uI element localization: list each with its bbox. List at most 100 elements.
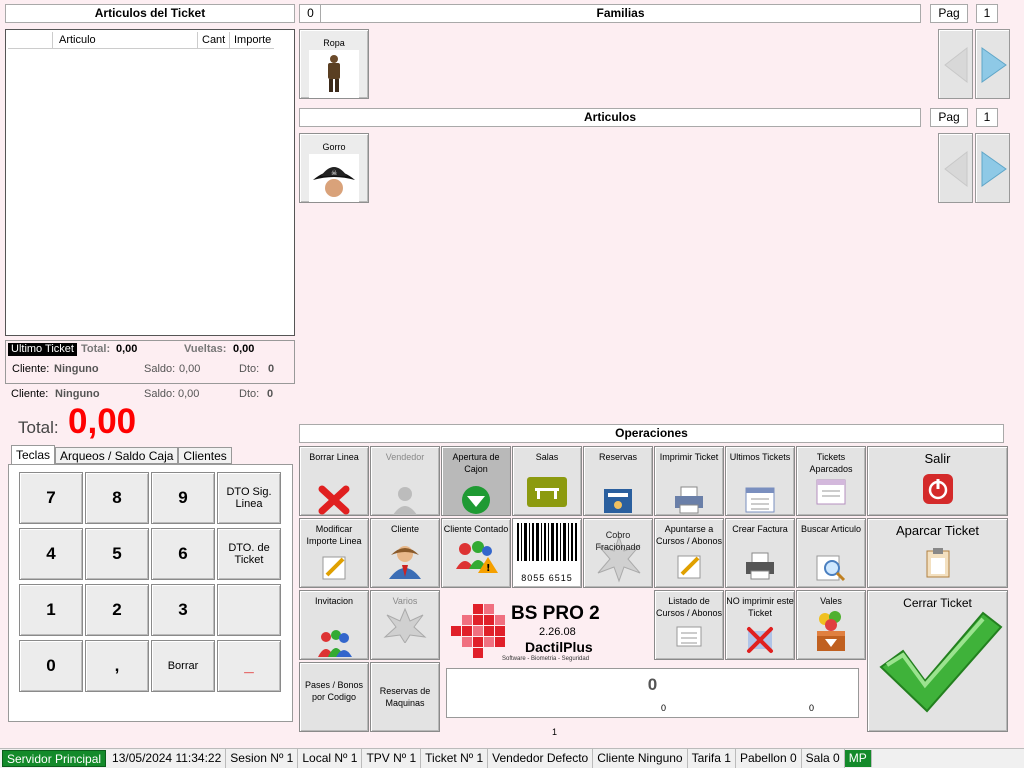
pases-bonos-label: Pases / Bonos por Codigo: [304, 680, 364, 702]
arrow-left-icon: [944, 150, 968, 188]
familias-pag-value[interactable]: 1: [976, 4, 998, 23]
articulos-pag-value[interactable]: 1: [976, 108, 998, 127]
summary-cliente-value: Ninguno: [54, 363, 99, 375]
reservas-maquinas-button[interactable]: Reservas de Maquinas: [370, 662, 440, 732]
summary-vueltas-label: Vueltas:: [184, 343, 227, 355]
varios-button[interactable]: Varios: [370, 590, 440, 660]
ticket-title: Articulos del Ticket: [5, 4, 295, 23]
key-dto-ticket[interactable]: DTO. de Ticket: [217, 528, 281, 580]
imprimir-ticket-button[interactable]: Imprimir Ticket: [654, 446, 724, 516]
brand-area: BS PRO 2 2.26.08 DactilPlus Software - B…: [445, 598, 650, 668]
tab-teclas[interactable]: Teclas: [11, 445, 56, 465]
no-print-icon: [747, 627, 773, 653]
key-9[interactable]: 9: [151, 472, 215, 524]
key-2[interactable]: 2: [85, 584, 149, 636]
brand-company: DactilPlus: [525, 639, 593, 655]
ultimos-tickets-button[interactable]: Ultimos Tickets: [725, 446, 795, 516]
aparcar-ticket-button[interactable]: Aparcar Ticket: [867, 518, 1008, 588]
key-6[interactable]: 6: [151, 528, 215, 580]
reservas-maquinas-label: Reservas de Maquinas: [379, 686, 431, 708]
reservas-label: Reservas: [598, 452, 637, 462]
familia-tile-ropa[interactable]: Ropa: [299, 29, 369, 99]
magnifier-icon: [816, 555, 846, 582]
status-ticket: Ticket Nº 1: [421, 749, 489, 768]
status-tarifa: Tarifa 1: [688, 749, 736, 768]
familias-next-button[interactable]: [975, 29, 1010, 99]
list-window-icon: [745, 487, 775, 513]
tab-arqueos[interactable]: Arqueos / Saldo Caja: [55, 447, 179, 464]
invitacion-button[interactable]: Invitacion: [299, 590, 369, 660]
tickets-aparcados-button[interactable]: Tickets Aparcados: [796, 446, 866, 516]
green-checkmark-icon: [878, 611, 1002, 713]
summary-dto-value: 0: [268, 363, 275, 375]
brand-name: BS PRO 2: [511, 603, 600, 624]
salir-button[interactable]: Salir: [867, 446, 1008, 516]
modificar-importe-button[interactable]: Modificar Importe Linea: [299, 518, 369, 588]
crear-factura-button[interactable]: Crear Factura: [725, 518, 795, 588]
red-x-icon: [318, 485, 350, 515]
no-imprimir-button[interactable]: NO imprimir este Ticket: [725, 590, 795, 660]
vendedor-label: Vendedor: [385, 452, 425, 462]
familia-label: Ropa: [323, 38, 345, 48]
page-number: 1: [552, 727, 558, 737]
articulos-prev-button[interactable]: [938, 133, 973, 203]
reservas-button[interactable]: Reservas: [583, 446, 653, 516]
person-grey-icon: [393, 487, 417, 515]
splash-icon: [383, 607, 427, 644]
articulos-next-button[interactable]: [975, 133, 1010, 203]
key-comma[interactable]: ,: [85, 640, 149, 692]
power-icon: [922, 474, 953, 504]
cobro-fraccionado-button[interactable]: Cobro Fracionado: [583, 518, 653, 588]
key-dto-sig-linea[interactable]: DTO Sig. Linea: [217, 472, 281, 524]
arrow-left-icon: [944, 46, 968, 84]
borrar-linea-button[interactable]: Borrar Linea: [299, 446, 369, 516]
client-dto-label: Dto:: [239, 388, 260, 400]
group-icon: [318, 630, 352, 657]
arrow-right-icon: [981, 151, 1007, 187]
familias-pag-label: Pag: [930, 4, 968, 23]
cliente-button[interactable]: Cliente: [370, 518, 440, 588]
key-4[interactable]: 4: [19, 528, 83, 580]
key-1[interactable]: 1: [19, 584, 83, 636]
vales-button[interactable]: Vales: [796, 590, 866, 660]
total-value: 0,00: [68, 402, 137, 441]
vendedor-button[interactable]: Vendedor: [370, 446, 440, 516]
cerrar-ticket-button[interactable]: Cerrar Ticket: [867, 590, 1008, 732]
key-blank[interactable]: [217, 584, 281, 636]
cliente-contado-button[interactable]: Cliente Contado !: [441, 518, 511, 588]
client-saldo-label: Saldo:: [144, 388, 176, 400]
group-warning-icon: !: [456, 541, 498, 574]
apuntarse-cursos-button[interactable]: Apuntarse a Cursos / Abonos: [654, 518, 724, 588]
col-articulo-header[interactable]: Articulo: [53, 32, 198, 48]
col-importe-header[interactable]: Importe: [230, 32, 274, 48]
barcode-button[interactable]: 8055 6515: [512, 518, 582, 588]
tab-clientes[interactable]: Clientes: [178, 447, 232, 464]
key-minus[interactable]: _: [217, 640, 281, 692]
familias-prev-button[interactable]: [938, 29, 973, 99]
pirate-hat-icon: ☠: [309, 154, 359, 202]
col-blank[interactable]: [8, 32, 53, 48]
ticket-items-list[interactable]: Articulo Cant Importe: [5, 29, 295, 336]
col-cant-header[interactable]: Cant: [198, 32, 230, 48]
key-borrar[interactable]: Borrar: [151, 640, 215, 692]
key-5[interactable]: 5: [85, 528, 149, 580]
current-client-row: Cliente: Ninguno Saldo: 0,00 Dto: 0: [5, 388, 295, 402]
status-pabellon: Pabellon 0: [736, 749, 802, 768]
clipboard-icon: [926, 548, 949, 578]
key-0[interactable]: 0: [19, 640, 83, 692]
familias-title: Familias: [320, 4, 921, 23]
status-server: Servidor Principal: [2, 750, 107, 767]
listado-cursos-button[interactable]: Listado de Cursos / Abonos: [654, 590, 724, 660]
apertura-cajon-button[interactable]: Apertura de Cajon: [441, 446, 511, 516]
cerrar-ticket-label: Cerrar Ticket: [903, 596, 972, 610]
pencil-note-icon: [322, 556, 346, 580]
key-3[interactable]: 3: [151, 584, 215, 636]
salas-button[interactable]: Salas: [512, 446, 582, 516]
table-icon: [527, 477, 567, 507]
buscar-articulo-button[interactable]: Buscar Articulo: [796, 518, 866, 588]
apuntarse-cursos-label: Apuntarse a Cursos / Abonos: [655, 524, 723, 546]
key-8[interactable]: 8: [85, 472, 149, 524]
pases-bonos-button[interactable]: Pases / Bonos por Codigo: [299, 662, 369, 732]
articulo-tile-gorro[interactable]: Gorro ☠: [299, 133, 369, 203]
key-7[interactable]: 7: [19, 472, 83, 524]
